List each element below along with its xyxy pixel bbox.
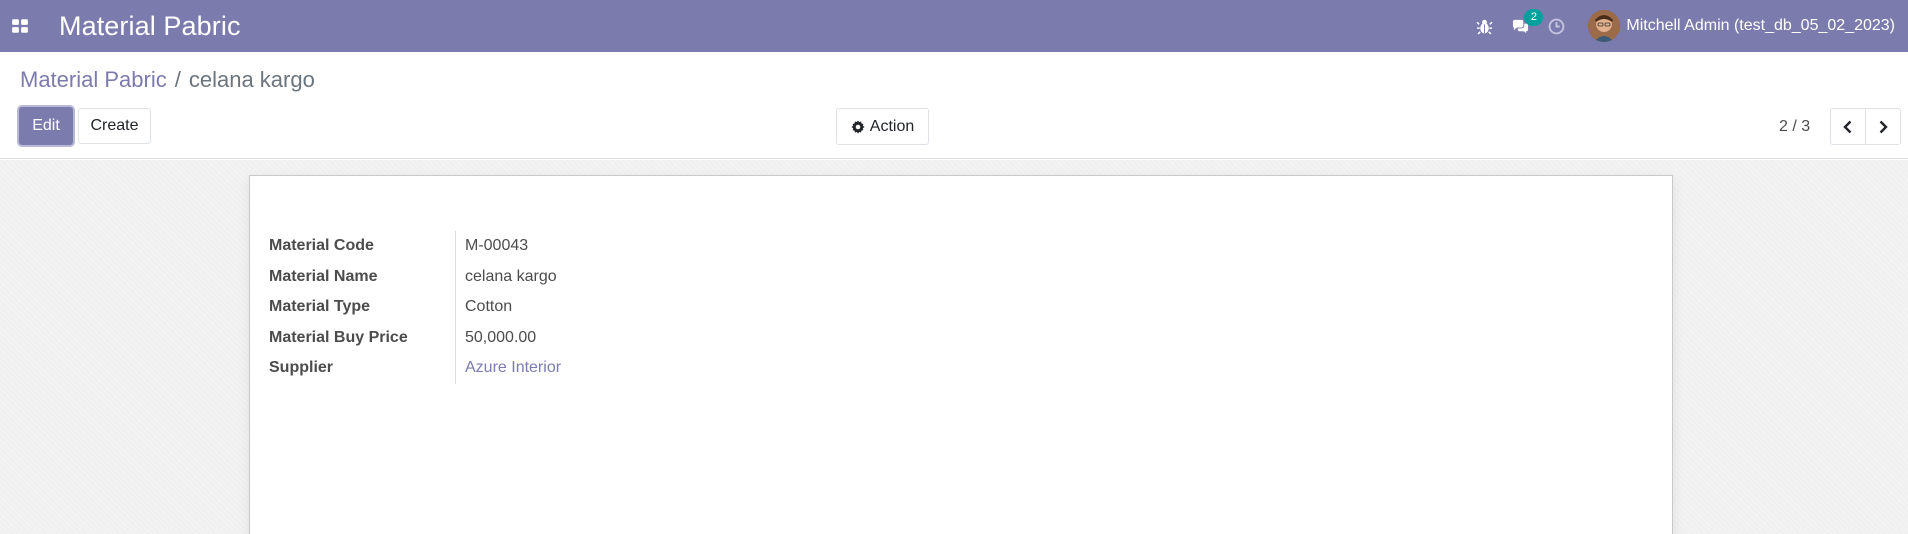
form-fields: Material Code M-00043 Material Name cela… — [269, 231, 561, 384]
clock-icon — [1548, 18, 1565, 34]
field-value: celana kargo — [465, 267, 557, 285]
pager-next-button[interactable] — [1865, 108, 1901, 145]
field-material-name: Material Name celana kargo — [269, 261, 561, 292]
messaging-menu[interactable]: 2 — [1502, 0, 1544, 52]
form-view: Material Code M-00043 Material Name cela… — [0, 160, 1908, 534]
field-value: Cotton — [465, 298, 513, 316]
chevron-left-icon — [1843, 120, 1852, 133]
breadcrumb-current: celana kargo — [188, 67, 315, 92]
breadcrumb-separator: / — [174, 67, 181, 92]
edit-button[interactable]: Edit — [19, 107, 73, 145]
supplier-link[interactable]: Azure Interior — [456, 359, 561, 377]
apps-grid-icon — [12, 19, 28, 33]
debug-menu[interactable] — [1466, 0, 1502, 52]
pager-previous-button[interactable] — [1830, 108, 1866, 145]
top-navbar: Material Pabric 2 Mitchell Admin (test_d… — [0, 0, 1908, 52]
field-material-buy-price: Material Buy Price 50,000.00 — [269, 322, 561, 353]
systray: 2 Mitchell Admin (test_db_05_02_2023) — [1466, 0, 1908, 52]
field-label: Supplier — [269, 353, 456, 384]
field-label: Material Name — [269, 261, 456, 292]
field-supplier: Supplier Azure Interior — [269, 353, 561, 384]
field-label: Material Type — [269, 292, 456, 323]
app-title[interactable]: Material Pabric — [59, 11, 241, 42]
create-button[interactable]: Create — [78, 108, 151, 144]
user-name: Mitchell Admin (test_db_05_02_2023) — [1626, 17, 1895, 34]
apps-menu-button[interactable] — [0, 4, 40, 48]
field-value: M-00043 — [465, 237, 529, 255]
field-value: 50,000.00 — [465, 328, 537, 346]
action-button[interactable]: Action — [836, 108, 929, 145]
form-sheet: Material Code M-00043 Material Name cela… — [249, 175, 1673, 534]
field-label: Material Buy Price — [269, 322, 456, 353]
breadcrumb-parent-link[interactable]: Material Pabric — [20, 67, 167, 93]
pager-value[interactable]: 2 / 3 — [1779, 118, 1810, 136]
user-menu[interactable]: Mitchell Admin (test_db_05_02_2023) — [1588, 0, 1895, 52]
action-label: Action — [869, 117, 915, 135]
field-material-code: Material Code M-00043 — [269, 231, 561, 262]
gear-icon — [851, 119, 865, 134]
control-panel: Material Pabric / celana kargo Edit Crea… — [0, 52, 1908, 159]
field-label: Material Code — [269, 231, 456, 262]
breadcrumb: Material Pabric / celana kargo — [20, 67, 315, 93]
field-material-type: Material Type Cotton — [269, 292, 561, 323]
avatar — [1588, 10, 1621, 42]
activity-menu[interactable] — [1538, 0, 1574, 52]
chevron-right-icon — [1879, 120, 1888, 133]
bug-icon — [1476, 19, 1493, 34]
